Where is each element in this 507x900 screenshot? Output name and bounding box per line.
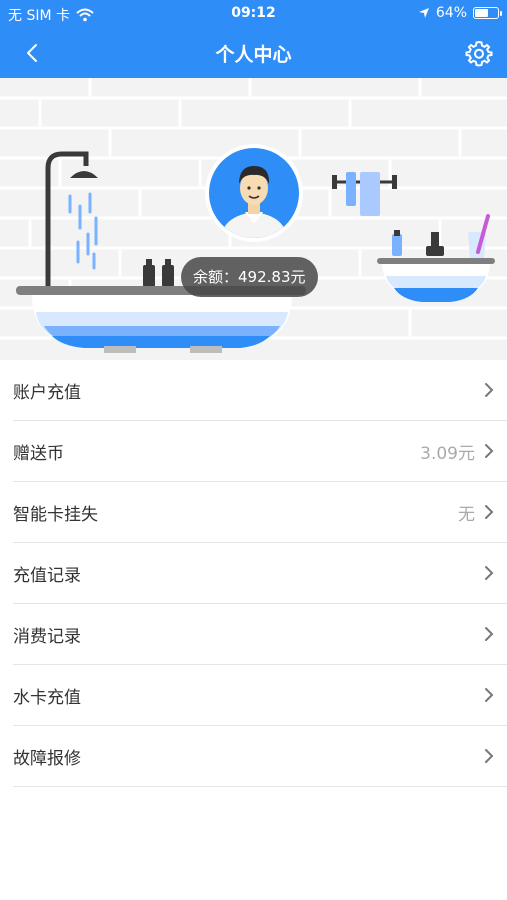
menu-item-label: 账户充值 (13, 382, 81, 403)
menu-item-consumption-records[interactable]: 消费记录 (13, 604, 507, 665)
settings-button[interactable] (465, 39, 493, 67)
avatar[interactable] (205, 144, 303, 242)
profile-banner: 余额：492.83元 (0, 78, 507, 360)
chevron-right-icon (485, 505, 494, 519)
battery-icon (473, 7, 502, 19)
menu-item-fault-report[interactable]: 故障报修 (13, 726, 507, 787)
chevron-right-icon (485, 688, 494, 702)
header: 无 SIM 卡 09:12 64% 个人中心 (0, 0, 507, 78)
gear-icon (465, 40, 493, 67)
menu-item-value: 3.09元 (420, 443, 475, 464)
menu-item-label: 消费记录 (13, 626, 81, 647)
menu-item-label: 水卡充值 (13, 687, 81, 708)
menu-item-card-loss[interactable]: 智能卡挂失 无 (13, 482, 507, 543)
menu-item-label: 智能卡挂失 (13, 504, 98, 525)
menu-item-label: 故障报修 (13, 748, 81, 769)
nav-bar: 个人中心 (0, 28, 507, 78)
battery-percent: 64% (435, 5, 467, 21)
menu-item-value: 无 (458, 504, 475, 525)
balance-badge: 余额：492.83元 (181, 257, 318, 297)
page-title: 个人中心 (215, 44, 292, 66)
status-bar: 无 SIM 卡 09:12 64% (0, 0, 507, 28)
menu-list: 账户充值 赠送币 3.09元 智能卡挂失 无 充值记录 消费记录 水卡充值 故障… (13, 360, 507, 787)
chevron-right-icon (485, 383, 494, 397)
user-avatar-icon (221, 166, 287, 238)
menu-item-water-card-recharge[interactable]: 水卡充值 (13, 665, 507, 726)
location-arrow-icon (418, 8, 429, 18)
chevron-right-icon (485, 566, 494, 580)
chevron-right-icon (485, 444, 494, 458)
menu-item-gift-coins[interactable]: 赠送币 3.09元 (13, 421, 507, 482)
menu-item-label: 赠送币 (13, 443, 64, 464)
menu-item-label: 充值记录 (13, 565, 81, 586)
chevron-right-icon (485, 627, 494, 641)
chevron-right-icon (485, 749, 494, 763)
menu-item-recharge-records[interactable]: 充值记录 (13, 543, 507, 604)
menu-item-account-recharge[interactable]: 账户充值 (13, 360, 507, 421)
